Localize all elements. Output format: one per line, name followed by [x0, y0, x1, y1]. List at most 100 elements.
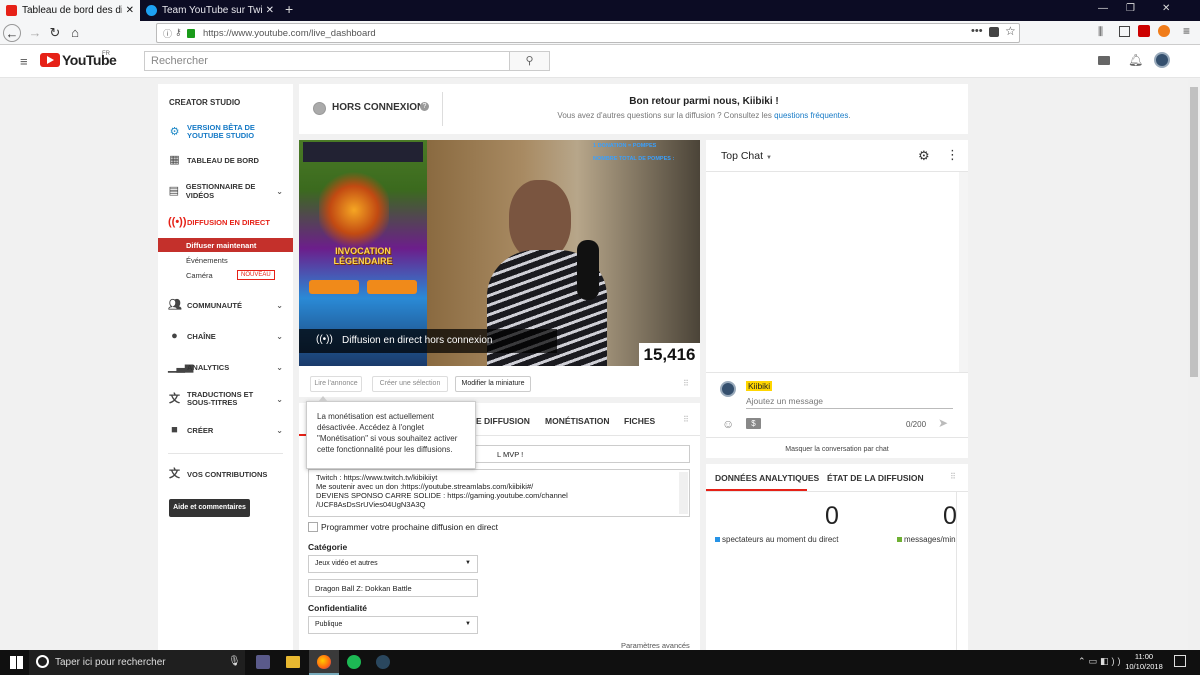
help-icon[interactable]: ?: [420, 102, 429, 111]
browser-tab-twitter[interactable]: Team YouTube sur Twitter : "Bo ✕: [140, 0, 280, 21]
tab-cards[interactable]: FICHES: [624, 416, 655, 426]
file-explorer-icon[interactable]: [286, 656, 300, 668]
more-vert-icon[interactable]: ⋮: [946, 147, 959, 163]
drag-handle-icon[interactable]: ⠿: [683, 379, 689, 388]
hide-chat-button[interactable]: Masquer la conversation par chat: [706, 446, 968, 453]
info-icon[interactable]: ⓘ: [163, 27, 172, 40]
sidebar-item-dashboard[interactable]: ▦ TABLEAU DE BORD: [158, 154, 293, 166]
firefox-icon: [317, 655, 331, 669]
extension-icon[interactable]: [1158, 25, 1170, 37]
browser-tab-youtube[interactable]: Tableau de bord des diffusions ✕: [0, 0, 140, 21]
upload-video-icon[interactable]: [1098, 56, 1110, 65]
taskbar-search[interactable]: Taper ici pour rechercher 🎙︎: [29, 650, 245, 675]
chat-mode-dropdown[interactable]: Top Chat ▼: [721, 150, 772, 162]
url-text: https://www.youtube.com/live_dashboard: [203, 28, 376, 39]
close-window-icon[interactable]: ✕: [1162, 3, 1170, 14]
browser-tab-bar: Tableau de bord des diffusions ✕ Team Yo…: [0, 0, 1200, 21]
tab-stream-info[interactable]: E DIFFUSION: [476, 416, 530, 426]
sidebar-item-community[interactable]: 👥︎ COMMUNAUTÉ ⌄: [158, 299, 293, 311]
sidebar-subitem-stream-now[interactable]: Diffuser maintenant: [186, 241, 256, 250]
emoji-icon[interactable]: ☺: [722, 417, 734, 431]
reload-icon[interactable]: ↻: [46, 24, 64, 42]
sidebar-item-video-manager[interactable]: ▤ GESTIONNAIRE DE VIDÉOS ⌄: [158, 182, 293, 200]
windows-start-icon[interactable]: [10, 656, 23, 669]
page-scrollbar[interactable]: [1188, 79, 1200, 650]
new-tab-icon[interactable]: +: [285, 1, 293, 17]
drag-handle-icon[interactable]: ⠿: [683, 415, 689, 424]
textarea-scrollbar[interactable]: [679, 472, 688, 514]
privacy-select[interactable]: Publique ▼: [308, 616, 478, 634]
search-button[interactable]: ⚲: [510, 51, 550, 71]
sidebar-item-label: DIFFUSION EN DIRECT: [187, 217, 270, 227]
advanced-settings-link[interactable]: Paramètres avancés: [621, 641, 690, 650]
cortana-icon: [36, 655, 49, 668]
sidebar-item-create[interactable]: ■ CRÉER ⌄: [158, 424, 293, 436]
chat-message-input[interactable]: Ajoutez un message: [746, 396, 953, 409]
tab-monetization[interactable]: MONÉTISATION: [545, 416, 610, 426]
sidebar-item-translations[interactable]: 文 TRADUCTIONS ET SOUS-TITRES ⌄: [158, 389, 293, 409]
taskbar-app-icon[interactable]: [256, 655, 270, 669]
youtube-icon: [6, 5, 17, 16]
back-icon[interactable]: ←: [3, 24, 21, 42]
chat-scrollbar[interactable]: [959, 172, 968, 372]
sidebar-item-analytics[interactable]: ▁▃▅ ANALYTICS ⌄: [158, 361, 293, 373]
analytics-divider: [706, 491, 968, 492]
sidebar-subitem-camera[interactable]: Caméra: [186, 271, 213, 280]
close-tab-icon[interactable]: ✕: [266, 5, 274, 16]
url-bar[interactable]: ⓘ ⚷ https://www.youtube.com/live_dashboa…: [156, 23, 1020, 43]
sidebar-item-beta-studio[interactable]: ⚙ VERSION BÊTA DE YOUTUBE STUDIO: [158, 122, 293, 142]
create-clip-button[interactable]: Créer une sélection: [372, 376, 448, 392]
extension-adblock-icon[interactable]: [1138, 25, 1150, 37]
chat-panel: Top Chat ▼ ⚙ ⋮ Kiibiki Ajoutez un messag…: [706, 140, 968, 458]
restore-icon[interactable]: ❐: [1126, 3, 1135, 14]
home-icon[interactable]: ⌂: [66, 24, 84, 42]
new-badge: NOUVEAU: [237, 270, 275, 280]
schedule-checkbox[interactable]: [308, 522, 318, 532]
sidebar-toggle-icon[interactable]: [1119, 26, 1130, 37]
sidebar-item-contributions[interactable]: 文 VOS CONTRIBUTIONS: [158, 468, 293, 480]
sidebar-item-live[interactable]: ((•)) DIFFUSION EN DIRECT: [158, 216, 293, 228]
spotify-icon[interactable]: [347, 655, 361, 669]
tab-stream-health[interactable]: ÉTAT DE LA DIFFUSION: [827, 473, 924, 483]
edit-thumbnail-button[interactable]: Modifier la miniature: [455, 376, 531, 392]
help-feedback-button[interactable]: Aide et commentaires: [169, 499, 250, 517]
description-textarea[interactable]: Twitch : https://www.twitch.tv/kibikiiyt…: [308, 469, 690, 517]
hamburger-menu-icon[interactable]: ≡: [20, 54, 28, 69]
drag-handle-icon[interactable]: ⠿: [950, 472, 956, 481]
pocket-icon[interactable]: [989, 27, 999, 37]
stream-preview[interactable]: INVOCATION LÉGENDAIRE 1 DONATION = POMPE…: [299, 140, 700, 366]
notifications-bell-icon[interactable]: 🔔︎: [1128, 53, 1143, 67]
system-tray-icons[interactable]: ⌃▭◧)): [1078, 656, 1124, 667]
steam-icon[interactable]: [376, 655, 390, 669]
viewers-label: spectateurs au moment du direct: [722, 535, 839, 544]
game-input[interactable]: Dragon Ball Z: Dokkan Battle: [308, 579, 478, 597]
firefox-taskbar-button[interactable]: [309, 650, 339, 675]
channel-icon: ●: [171, 330, 178, 342]
faq-link[interactable]: questions fréquentes: [774, 111, 848, 120]
super-chat-icon[interactable]: $: [746, 418, 761, 429]
tab-analytics[interactable]: DONNÉES ANALYTIQUES: [715, 473, 819, 483]
more-actions-icon[interactable]: •••: [971, 25, 983, 37]
messages-count: 0: [943, 502, 957, 530]
library-icon[interactable]: ⫼: [1098, 26, 1103, 39]
minimize-icon[interactable]: —: [1098, 3, 1108, 14]
action-center-icon[interactable]: [1174, 655, 1186, 667]
avatar[interactable]: [1154, 52, 1170, 68]
close-tab-icon[interactable]: ✕: [126, 5, 134, 16]
settings-gear-icon[interactable]: ⚙: [918, 148, 930, 164]
send-icon[interactable]: ➤: [938, 416, 948, 430]
menu-icon[interactable]: ≡: [1183, 24, 1190, 38]
sidebar-subitem-events[interactable]: Événements: [186, 256, 228, 265]
category-select[interactable]: Jeux vidéo et autres ▼: [308, 555, 478, 573]
bookmark-star-icon[interactable]: ☆: [1005, 24, 1016, 38]
search-input[interactable]: Rechercher: [144, 51, 510, 71]
translate-icon: 文: [169, 393, 180, 405]
forward-icon[interactable]: →: [26, 24, 44, 42]
microphone-icon[interactable]: 🎙︎: [228, 656, 241, 667]
play-ad-button[interactable]: Lire l'annonce: [310, 376, 362, 392]
game-title: INVOCATION LÉGENDAIRE: [333, 246, 393, 266]
youtube-logo-icon[interactable]: [40, 53, 60, 67]
taskbar-clock[interactable]: 11:00 10/10/2018: [1124, 652, 1164, 672]
sidebar-item-channel[interactable]: ● CHAÎNE ⌄: [158, 330, 293, 342]
page-scrollbar-thumb[interactable]: [1190, 87, 1198, 377]
